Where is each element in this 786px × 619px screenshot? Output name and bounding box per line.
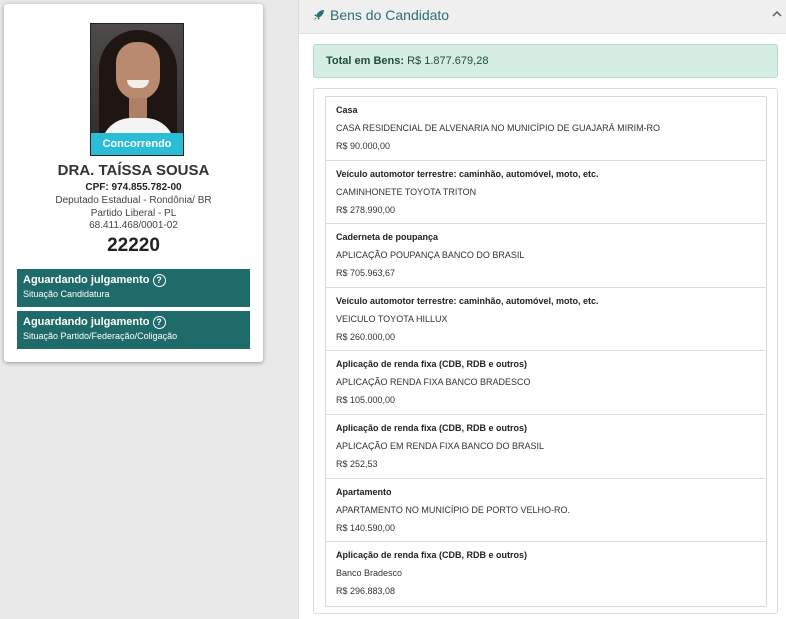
asset-type: Aplicação de renda fixa (CDB, RDB e outr…	[336, 422, 528, 433]
asset-description: APLICAÇÃO EM RENDA FIXA BANCO DO BRASIL	[336, 440, 545, 451]
help-icon[interactable]: ?	[152, 315, 166, 329]
total-assets-label: Total em Bens:	[326, 55, 405, 67]
asset-description: CAMINHONETE TOYOTA TRITON	[336, 186, 477, 197]
candidate-role: Deputado Estadual - Rondônia/ BR	[55, 195, 212, 206]
asset-description: APLICAÇÃO RENDA FIXA BANCO BRADESCO	[336, 377, 531, 388]
candidacy-situation-box: Aguardando julgamento ? Situação Candida…	[17, 269, 250, 307]
candidacy-situation-subtitle: Situação Candidatura	[23, 289, 110, 299]
candidate-card: Concorrendo DRA. TAÍSSA SOUSA CPF: 974.8…	[4, 4, 263, 362]
asset-description: APARTAMENTO NO MUNICÍPIO DE PORTO VELHO-…	[336, 504, 571, 515]
asset-item: Caderneta de poupança APLICAÇÃO POUPANÇA…	[326, 224, 766, 288]
asset-item: Aplicação de renda fixa (CDB, RDB e outr…	[326, 415, 766, 479]
asset-type: Veículo automotor terrestre: caminhão, a…	[336, 295, 599, 306]
asset-description: CASA RESIDENCIAL DE ALVENARIA NO MUNICÍP…	[336, 123, 661, 133]
candidacy-status-ribbon: Concorrendo	[91, 133, 183, 155]
asset-value: R$ 140.590,00	[336, 522, 396, 533]
asset-item: Veículo automotor terrestre: caminhão, a…	[326, 161, 766, 225]
asset-value: R$ 278.990,00	[336, 204, 396, 215]
asset-item: Apartamento APARTAMENTO NO MUNICÍPIO DE …	[326, 479, 766, 543]
candidate-name: DRA. TAÍSSA SOUSA	[57, 162, 210, 179]
assets-panel-title: Bens do Candidato	[330, 7, 450, 23]
asset-item: Aplicação de renda fixa (CDB, RDB e outr…	[326, 542, 766, 606]
asset-item: Aplicação de renda fixa (CDB, RDB e outr…	[326, 351, 766, 415]
asset-item: Veículo automotor terrestre: caminhão, a…	[326, 288, 766, 352]
assets-panel: Bens do Candidato Total em Bens: R$ 1.87…	[298, 0, 786, 619]
asset-value: R$ 90.000,00	[336, 141, 391, 151]
asset-type: Aplicação de renda fixa (CDB, RDB e outr…	[336, 550, 528, 561]
candidate-party: Partido Liberal - PL	[90, 208, 177, 219]
chevron-up-icon[interactable]	[772, 9, 782, 19]
asset-type: Apartamento	[336, 486, 392, 497]
asset-value: R$ 260.000,00	[336, 331, 396, 342]
candidate-photo: Concorrendo	[90, 23, 184, 156]
assets-list: Casa CASA RESIDENCIAL DE ALVENARIA NO MU…	[325, 96, 767, 607]
total-assets-box: Total em Bens: R$ 1.877.679,28	[313, 44, 778, 78]
candidate-cpf: CPF: 974.855.782-00	[85, 182, 182, 193]
assets-panel-header[interactable]: Bens do Candidato	[299, 0, 786, 34]
asset-description: Banco Bradesco	[336, 568, 403, 579]
candidate-number: 22220	[107, 235, 160, 256]
asset-type: Veículo automotor terrestre: caminhão, a…	[336, 168, 599, 179]
candidate-cnpj: 68.411.468/0001-02	[89, 220, 178, 231]
asset-value: R$ 252,53	[336, 458, 378, 469]
candidacy-situation-title: Aguardando julgamento	[23, 274, 150, 286]
asset-description: APLICAÇÃO POUPANÇA BANCO DO BRASIL	[336, 250, 525, 261]
rocket-icon	[314, 10, 324, 20]
asset-value: R$ 705.963,67	[336, 268, 396, 279]
assets-list-container: Casa CASA RESIDENCIAL DE ALVENARIA NO MU…	[313, 88, 778, 614]
asset-item: Casa CASA RESIDENCIAL DE ALVENARIA NO MU…	[326, 97, 766, 161]
asset-value: R$ 105.000,00	[336, 395, 396, 406]
party-situation-box: Aguardando julgamento ? Situação Partido…	[17, 311, 250, 349]
party-situation-subtitle: Situação Partido/Federação/Coligação	[23, 331, 178, 341]
party-situation-title: Aguardando julgamento	[23, 316, 150, 328]
asset-type: Caderneta de poupança	[336, 232, 439, 243]
asset-description: VEICULO TOYOTA HILLUX	[336, 313, 448, 324]
asset-value: R$ 296.883,08	[336, 586, 396, 597]
help-icon[interactable]: ?	[152, 273, 166, 287]
asset-type: Casa	[336, 105, 358, 115]
total-assets-value: R$ 1.877.679,28	[407, 55, 489, 67]
asset-type: Aplicação de renda fixa (CDB, RDB e outr…	[336, 359, 528, 370]
